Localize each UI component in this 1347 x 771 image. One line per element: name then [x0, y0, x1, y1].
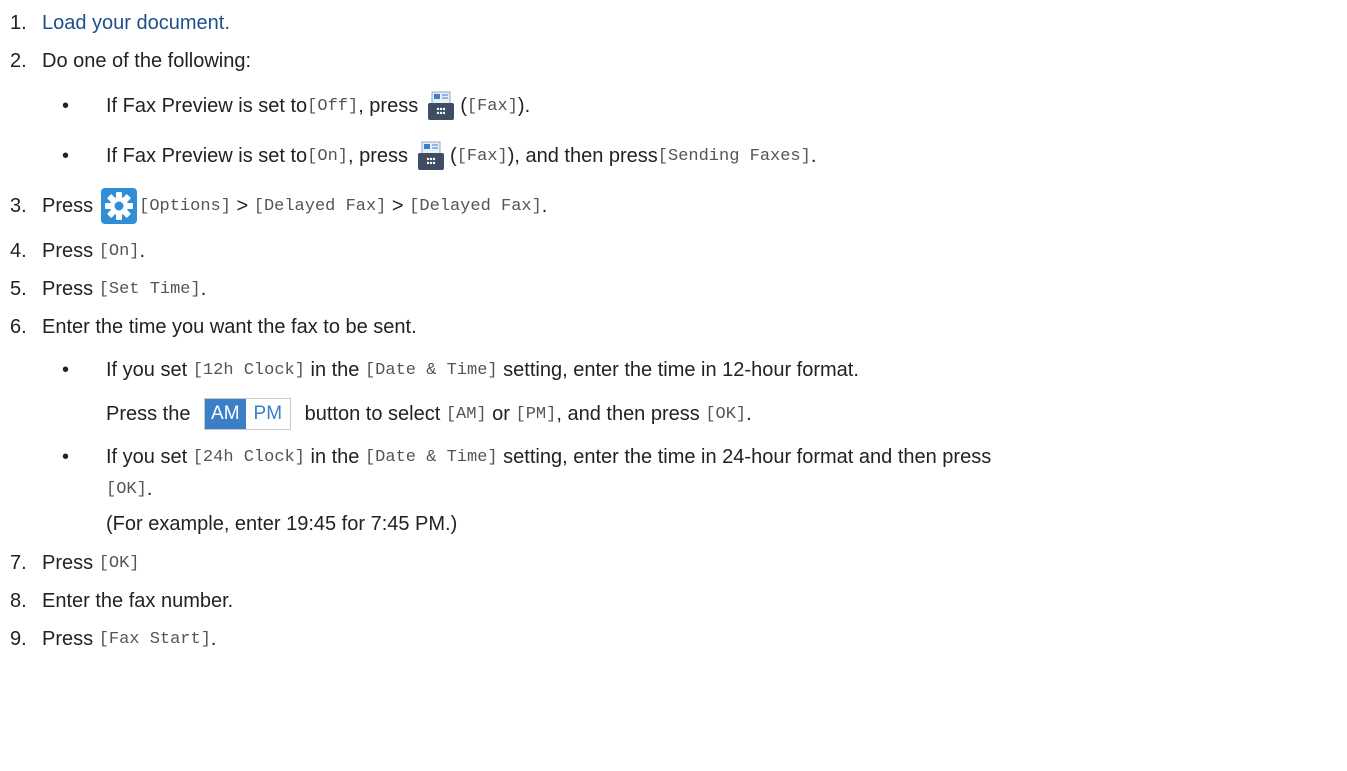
step-2: 2. Do one of the following: — [10, 42, 1347, 80]
text: , and then press — [556, 402, 706, 425]
text: , press — [347, 144, 409, 167]
step-number: 8. — [10, 589, 27, 612]
text: . — [210, 627, 217, 650]
fax-icon — [426, 91, 456, 121]
step-number: 3. — [10, 194, 27, 217]
bullet: • — [62, 358, 70, 381]
pm-option: PM — [253, 403, 283, 424]
date-time-label: [Date & Time] — [364, 447, 498, 467]
text: If you set — [106, 358, 193, 381]
fax-icon — [416, 141, 446, 171]
text: . — [541, 194, 548, 217]
text: ), and then press — [507, 144, 658, 167]
load-document-link[interactable]: Load your document. — [42, 12, 230, 35]
ok-label: [OK] — [106, 479, 147, 499]
text: setting, enter the time in 12-hour forma… — [497, 358, 859, 381]
step-2-option-off: • If Fax Preview is set to [Off] , press… — [10, 84, 1347, 128]
step-6-24h-continued: [OK] . — [10, 474, 1347, 504]
sending-faxes-label: [Sending Faxes] — [657, 146, 811, 166]
text: in the — [304, 445, 365, 468]
text: Press the — [106, 402, 197, 425]
ok-label: [OK] — [98, 553, 140, 573]
bullet: • — [62, 144, 70, 167]
am-label: [AM] — [445, 404, 487, 424]
12h-clock-label: [12h Clock] — [192, 360, 305, 380]
step-text: Do one of the following: — [42, 49, 252, 72]
text: Press — [42, 194, 94, 217]
text: . — [810, 144, 817, 167]
pm-label: [PM] — [515, 404, 557, 424]
text: . — [200, 277, 207, 300]
delayed-fax-label: [Delayed Fax] — [253, 196, 387, 216]
step-text: Enter the time you want the fax to be se… — [42, 315, 417, 338]
step-5: 5. Press [Set Time] . — [10, 270, 1347, 308]
text: , press — [358, 94, 419, 117]
fax-label: [Fax] — [456, 146, 508, 166]
text: > — [230, 194, 254, 217]
on-label: [On] — [307, 146, 348, 166]
am-option: AM — [205, 399, 246, 429]
text: If Fax Preview is set to — [106, 144, 308, 167]
text: . — [139, 239, 146, 262]
step-number: 6. — [10, 315, 27, 338]
on-label: [On] — [98, 241, 140, 261]
step-6-option-24h: • If you set [24h Clock] in the [Date & … — [10, 440, 1347, 474]
text: or — [486, 402, 516, 425]
off-label: [Off] — [307, 96, 359, 116]
step-2-option-on: • If Fax Preview is set to [On] , press … — [10, 134, 1347, 178]
fax-start-label: [Fax Start] — [98, 629, 211, 649]
step-6-example: (For example, enter 19:45 for 7:45 PM.) — [10, 504, 1347, 544]
text: button to select — [299, 402, 446, 425]
step-number: 5. — [10, 277, 27, 300]
delayed-fax-label: [Delayed Fax] — [409, 196, 542, 216]
example-text: (For example, enter 19:45 for 7:45 PM.) — [106, 512, 458, 535]
ok-label: [OK] — [705, 404, 747, 424]
step-number: 9. — [10, 627, 27, 650]
text: ( — [460, 94, 467, 117]
bullet: • — [62, 445, 70, 468]
options-label: [Options] — [139, 196, 231, 216]
bullet: • — [62, 94, 70, 117]
step-1: 1. Load your document. — [10, 4, 1347, 42]
step-9: 9. Press [Fax Start] . — [10, 620, 1347, 658]
fax-label: [Fax] — [466, 96, 518, 116]
text: in the — [304, 358, 365, 381]
step-number: 7. — [10, 551, 27, 574]
text: Press — [42, 277, 99, 300]
text: ). — [517, 94, 531, 117]
text: . — [146, 477, 153, 500]
step-number: 2. — [10, 49, 27, 72]
text: If Fax Preview is set to — [106, 94, 308, 117]
am-pm-button: AM PM — [204, 398, 292, 430]
set-time-label: [Set Time] — [98, 279, 201, 299]
step-6: 6. Enter the time you want the fax to be… — [10, 308, 1347, 346]
gear-icon — [101, 188, 138, 224]
text: . — [746, 402, 752, 425]
instructions: 1. Load your document. 2. Do one of the … — [0, 4, 1347, 658]
step-6-ampm-line: Press the AM PM button to select [AM] or… — [10, 392, 1347, 436]
text: ( — [450, 144, 457, 167]
step-6-option-12h: • If you set [12h Clock] in the [Date & … — [10, 348, 1347, 392]
text: setting, enter the time in 24-hour forma… — [497, 445, 992, 468]
step-4: 4. Press [On] . — [10, 232, 1347, 270]
text: Press — [42, 551, 99, 574]
step-3: 3. Press [Options] > [Delayed Fax] > [De… — [10, 184, 1347, 228]
step-number: 4. — [10, 239, 27, 262]
step-8: 8. Enter the fax number. — [10, 582, 1347, 620]
24h-clock-label: [24h Clock] — [192, 447, 305, 467]
text: Press — [42, 239, 99, 262]
date-time-label: [Date & Time] — [364, 360, 498, 380]
text: > — [386, 194, 410, 217]
text: Press — [42, 627, 99, 650]
step-7: 7. Press [OK] — [10, 544, 1347, 582]
step-text: Enter the fax number. — [42, 589, 234, 612]
text: If you set — [106, 445, 193, 468]
step-number: 1. — [10, 11, 27, 34]
